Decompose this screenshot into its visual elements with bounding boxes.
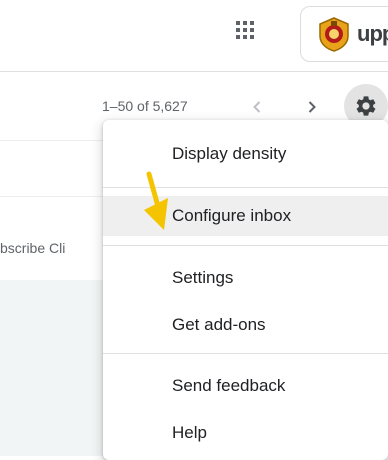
- menu-divider: [103, 353, 388, 354]
- email-list-area: [0, 280, 110, 456]
- menu-item-send-feedback[interactable]: Send feedback: [103, 366, 388, 406]
- menu-item-help[interactable]: Help: [103, 413, 388, 453]
- menu-divider: [103, 245, 388, 246]
- top-bar: upp: [0, 0, 388, 70]
- pagination-count: 1–50 of 5,627: [102, 98, 188, 114]
- list-divider: [0, 196, 110, 197]
- list-divider: [0, 140, 110, 141]
- menu-item-get-add-ons[interactable]: Get add-ons: [103, 305, 388, 345]
- chevron-left-icon[interactable]: [245, 95, 269, 119]
- menu-item-settings[interactable]: Settings: [103, 258, 388, 298]
- header-divider: [0, 71, 388, 72]
- gear-icon: [356, 96, 376, 116]
- account-name: upp: [357, 21, 388, 46]
- email-row-snippet[interactable]: bscribe Cli: [0, 240, 110, 256]
- arrow-annotation-icon: [128, 168, 178, 238]
- account-button[interactable]: upp: [300, 6, 388, 62]
- university-logo-icon: [315, 16, 353, 52]
- chevron-right-icon[interactable]: [300, 95, 324, 119]
- apps-grid-icon[interactable]: [233, 18, 257, 42]
